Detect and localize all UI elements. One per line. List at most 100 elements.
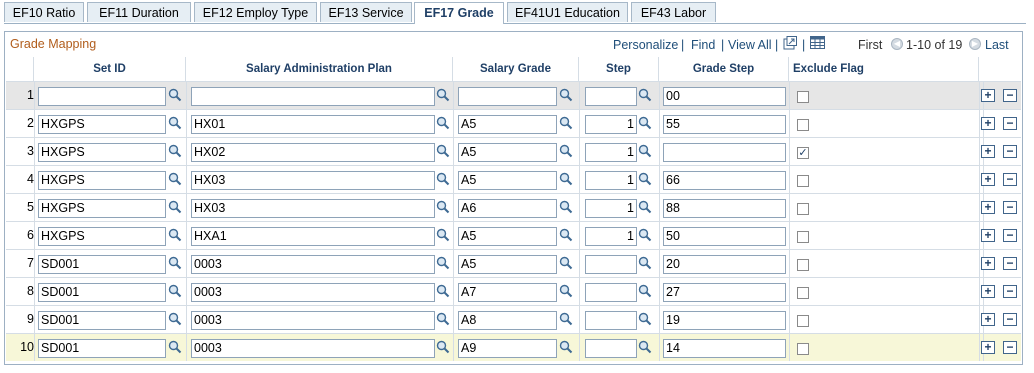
tab-ef12-employ-type[interactable]: EF12 Employ Type <box>194 2 317 22</box>
delete-row-button[interactable]: − <box>1003 117 1017 130</box>
set-id-field[interactable] <box>38 87 166 106</box>
step-field[interactable]: 1 <box>585 227 637 246</box>
add-row-button[interactable]: + <box>981 145 995 158</box>
salary-plan-lookup-icon[interactable] <box>436 116 450 130</box>
salary-plan-lookup-icon[interactable] <box>436 284 450 298</box>
salary-grade-field[interactable] <box>458 87 557 106</box>
salary-plan-field[interactable]: HX01 <box>191 115 435 134</box>
salary-grade-lookup-icon[interactable] <box>559 228 573 242</box>
add-row-button[interactable]: + <box>981 257 995 270</box>
salary-grade-lookup-icon[interactable] <box>559 256 573 270</box>
download-grid-icon[interactable] <box>810 36 825 50</box>
grade-step-field[interactable]: 20 <box>663 255 786 274</box>
delete-row-button[interactable]: − <box>1003 89 1017 102</box>
grade-step-field[interactable] <box>663 143 786 162</box>
exclude-flag-checkbox[interactable] <box>797 175 809 187</box>
grade-step-field[interactable]: 66 <box>663 171 786 190</box>
salary-plan-field[interactable]: 0003 <box>191 283 435 302</box>
grade-step-field[interactable]: 14 <box>663 339 786 358</box>
add-row-button[interactable]: + <box>981 89 995 102</box>
salary-grade-header[interactable]: Salary Grade <box>453 57 579 81</box>
set-id-field[interactable]: HXGPS <box>38 171 166 190</box>
step-lookup-icon[interactable] <box>638 172 652 186</box>
salary-grade-field[interactable]: A8 <box>458 311 557 330</box>
set-id-field[interactable]: HXGPS <box>38 199 166 218</box>
tab-ef17-grade[interactable]: EF17 Grade <box>414 2 504 24</box>
tab-ef43-labor[interactable]: EF43 Labor <box>631 2 716 22</box>
salary-plan-lookup-icon[interactable] <box>436 256 450 270</box>
set-id-lookup-icon[interactable] <box>168 172 182 186</box>
step-lookup-icon[interactable] <box>638 144 652 158</box>
view-all-link[interactable]: View All <box>728 38 772 52</box>
add-row-button[interactable]: + <box>981 117 995 130</box>
step-field[interactable] <box>585 339 637 358</box>
set-id-field[interactable]: SD001 <box>38 311 166 330</box>
grade-step-field[interactable]: 27 <box>663 283 786 302</box>
salary-plan-field[interactable]: 0003 <box>191 255 435 274</box>
salary-grade-field[interactable]: A9 <box>458 339 557 358</box>
tab-ef10-ratio[interactable]: EF10 Ratio <box>4 2 84 22</box>
grade-step-field[interactable]: 55 <box>663 115 786 134</box>
exclude-flag-checkbox[interactable] <box>797 119 809 131</box>
exclude-flag-header[interactable]: Exclude Flag <box>789 57 979 81</box>
delete-row-button[interactable]: − <box>1003 313 1017 326</box>
delete-row-button[interactable]: − <box>1003 341 1017 354</box>
grade-step-field[interactable]: 19 <box>663 311 786 330</box>
salary-grade-field[interactable]: A6 <box>458 199 557 218</box>
exclude-flag-checkbox[interactable] <box>797 91 809 103</box>
step-lookup-icon[interactable] <box>638 312 652 326</box>
add-row-button[interactable]: + <box>981 201 995 214</box>
set-id-lookup-icon[interactable] <box>168 200 182 214</box>
salary-plan-lookup-icon[interactable] <box>436 172 450 186</box>
set-id-lookup-icon[interactable] <box>168 116 182 130</box>
grade-step-header[interactable]: Grade Step <box>659 57 789 81</box>
delete-row-button[interactable]: − <box>1003 229 1017 242</box>
tab-ef11-duration[interactable]: EF11 Duration <box>87 2 191 22</box>
step-lookup-icon[interactable] <box>638 340 652 354</box>
salary-grade-lookup-icon[interactable] <box>559 116 573 130</box>
delete-row-button[interactable]: − <box>1003 145 1017 158</box>
last-link[interactable]: Last <box>985 38 1009 52</box>
tab-ef41u1-education[interactable]: EF41U1 Education <box>507 2 628 22</box>
step-field[interactable] <box>585 255 637 274</box>
salary-plan-field[interactable] <box>191 87 435 106</box>
exclude-flag-checkbox[interactable] <box>797 343 809 355</box>
step-lookup-icon[interactable] <box>638 200 652 214</box>
exclude-flag-checkbox[interactable]: ✓ <box>797 147 809 159</box>
new-window-icon[interactable] <box>783 36 797 50</box>
set-id-field[interactable]: HXGPS <box>38 115 166 134</box>
set-id-header[interactable]: Set ID <box>34 57 186 81</box>
grade-step-field[interactable]: 88 <box>663 199 786 218</box>
salary-grade-lookup-icon[interactable] <box>559 88 573 102</box>
salary-plan-field[interactable]: 0003 <box>191 339 435 358</box>
salary-plan-field[interactable]: HX03 <box>191 199 435 218</box>
add-row-button[interactable]: + <box>981 341 995 354</box>
set-id-field[interactable]: SD001 <box>38 339 166 358</box>
step-header[interactable]: Step <box>579 57 659 81</box>
exclude-flag-checkbox[interactable] <box>797 315 809 327</box>
find-link[interactable]: Find <box>691 38 715 52</box>
set-id-lookup-icon[interactable] <box>168 284 182 298</box>
salary-grade-field[interactable]: A5 <box>458 143 557 162</box>
step-lookup-icon[interactable] <box>638 284 652 298</box>
salary-plan-lookup-icon[interactable] <box>436 200 450 214</box>
set-id-lookup-icon[interactable] <box>168 340 182 354</box>
salary-plan-field[interactable]: HX03 <box>191 171 435 190</box>
add-row-button[interactable]: + <box>981 313 995 326</box>
step-field[interactable] <box>585 283 637 302</box>
set-id-lookup-icon[interactable] <box>168 256 182 270</box>
step-lookup-icon[interactable] <box>638 228 652 242</box>
step-field[interactable] <box>585 87 637 106</box>
salary-grade-lookup-icon[interactable] <box>559 284 573 298</box>
salary-grade-field[interactable]: A5 <box>458 171 557 190</box>
salary-plan-lookup-icon[interactable] <box>436 340 450 354</box>
salary-plan-field[interactable]: 0003 <box>191 311 435 330</box>
exclude-flag-checkbox[interactable] <box>797 203 809 215</box>
salary-grade-field[interactable]: A5 <box>458 115 557 134</box>
exclude-flag-checkbox[interactable] <box>797 231 809 243</box>
step-field[interactable]: 1 <box>585 199 637 218</box>
step-field[interactable]: 1 <box>585 143 637 162</box>
salary-grade-lookup-icon[interactable] <box>559 340 573 354</box>
salary-grade-lookup-icon[interactable] <box>559 200 573 214</box>
grade-step-field[interactable]: 50 <box>663 227 786 246</box>
